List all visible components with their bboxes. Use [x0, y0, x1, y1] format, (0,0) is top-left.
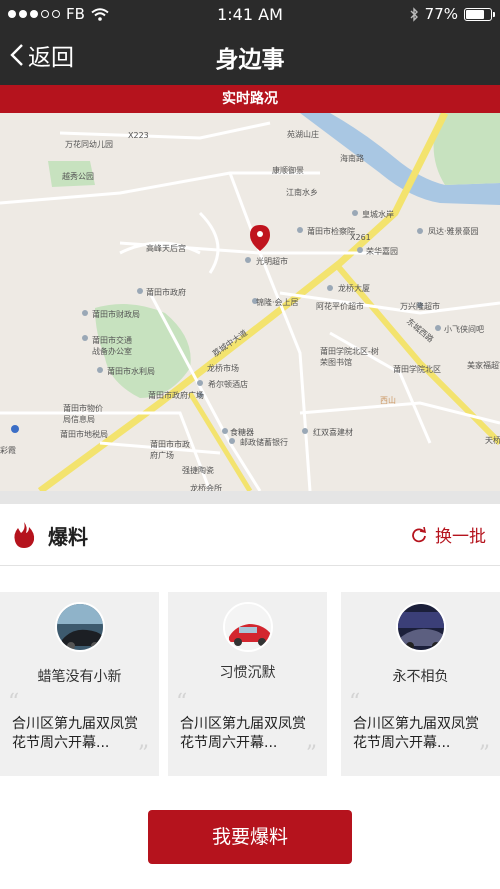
map-label: 莆田学院北区	[393, 365, 441, 374]
bluetooth-icon	[410, 6, 418, 22]
map-label: 食糖器	[230, 428, 254, 437]
map-label: 莆田学院北区-树荣图书馆	[320, 347, 379, 367]
news-card[interactable]: 蜡笔没有小新 “ 合川区第九届双凤赏花节周六开幕... ”	[0, 592, 159, 776]
map-label: 莆田市交通战备办公室	[92, 336, 132, 356]
open-quote-icon: “	[8, 690, 20, 715]
map-label: 龙桥大厦	[338, 284, 370, 293]
card-text: 合川区第九届双凤赏花节周六开幕...	[353, 716, 479, 751]
nav-bar: 返回 身边事	[0, 28, 500, 85]
card-username: 习惯沉默	[219, 665, 276, 681]
close-quote-icon: ”	[478, 742, 490, 767]
news-card[interactable]: 习惯沉默 “ 合川区第九届双凤赏花节周六开幕... ”	[168, 592, 327, 776]
map-label: 康顺御景	[272, 166, 304, 175]
battery-icon	[464, 7, 495, 21]
fire-icon	[14, 522, 35, 548]
map-label: 天桥	[485, 436, 500, 445]
close-quote-icon: ”	[305, 742, 317, 767]
map-label: 阿花平价超市	[316, 302, 364, 311]
map-label: 皇城水岸	[362, 210, 394, 219]
card-text: 合川区第九届双凤赏花节周六开幕...	[12, 716, 138, 751]
status-bar: FB 1:41 AM 77%	[0, 0, 500, 28]
battery-percent: 77%	[424, 5, 458, 23]
map-label: 莆田市财政局	[92, 310, 140, 319]
map-label: 龙桥会所	[190, 484, 222, 491]
close-quote-icon: ”	[137, 742, 149, 767]
map-label: 莆田市地税局	[60, 430, 108, 439]
map-label: 强捷陶瓷	[182, 466, 214, 475]
card-username: 永不相负	[392, 669, 449, 685]
map-label: 光明超市	[256, 257, 288, 266]
map-label: 莆田市水利局	[107, 367, 155, 376]
map-label: X261	[350, 233, 371, 242]
map-label: 莆田市检察院	[307, 227, 355, 236]
map-label: 莆田市市政府广场	[150, 440, 190, 460]
section-title: 爆料	[48, 525, 88, 549]
battery-fill	[466, 9, 484, 19]
map-label: 红双喜建材	[313, 428, 353, 437]
news-cards: 蜡笔没有小新 “ 合川区第九届双凤赏花节周六开幕... ” 习惯沉默 “ 合川区…	[0, 592, 500, 776]
map-label: 万兴隆超市	[400, 302, 440, 311]
map-label: X223	[128, 131, 149, 140]
card-username: 蜡笔没有小新	[37, 669, 122, 685]
park-area	[433, 113, 500, 185]
map-label: 苑湖山庄	[287, 130, 319, 139]
map-label: 越秀公园	[62, 172, 94, 181]
map-label: 美家福超市	[467, 361, 500, 370]
section-header: 爆料 换一批	[0, 504, 500, 566]
map-label: 荣华嘉园	[366, 247, 398, 256]
refresh-label: 换一批	[435, 527, 486, 547]
avatar	[395, 602, 446, 652]
open-quote-icon: “	[176, 690, 188, 715]
map-label: 彩霞	[0, 446, 16, 455]
map-label: 锦隆·会上居	[256, 298, 299, 307]
map-view[interactable]: 万花同幼儿园 X223 苑湖山庄 海南路 越秀公园 康顺御景 江南水乡 皇城水岸…	[0, 113, 500, 491]
realtime-traffic-banner[interactable]: 实时路况	[0, 85, 500, 113]
map-label: 高峰天后宫	[146, 244, 186, 253]
map-label: 万花同幼儿园	[65, 140, 113, 149]
page-title: 身边事	[215, 47, 285, 73]
top-bar: FB 1:41 AM 77% 返回 身边事	[0, 0, 500, 85]
submit-tip-button[interactable]: 我要爆料	[148, 810, 352, 864]
map-label: 莆田市政府广场	[148, 391, 204, 400]
map-label: 希尔顿酒店	[208, 380, 248, 389]
map-label: 江南水乡	[286, 188, 318, 197]
open-quote-icon: “	[349, 690, 361, 715]
avatar	[54, 602, 105, 652]
map-label: 邮政储蓄银行	[240, 438, 288, 447]
avatar	[222, 602, 273, 652]
map-label: 莆田市物价局信息局	[63, 404, 103, 424]
refresh-icon	[412, 526, 427, 542]
map-label: 龙桥市场	[207, 364, 239, 373]
map-label: 小飞侠间吧	[444, 325, 484, 334]
news-card[interactable]: 永不相负 “ 合川区第九届双凤赏花节周六开幕... ”	[341, 592, 500, 776]
location-pin-icon	[250, 225, 270, 251]
map-label: 凤达·雅景豪园	[428, 227, 479, 236]
map-label: 海南路	[340, 154, 364, 163]
section-divider	[0, 491, 500, 504]
card-text: 合川区第九届双凤赏花节周六开幕...	[180, 716, 306, 751]
refresh-button[interactable]: 换一批	[411, 522, 486, 547]
map-label: 西山	[380, 396, 396, 405]
map-label: 莆田市政府	[146, 288, 186, 297]
